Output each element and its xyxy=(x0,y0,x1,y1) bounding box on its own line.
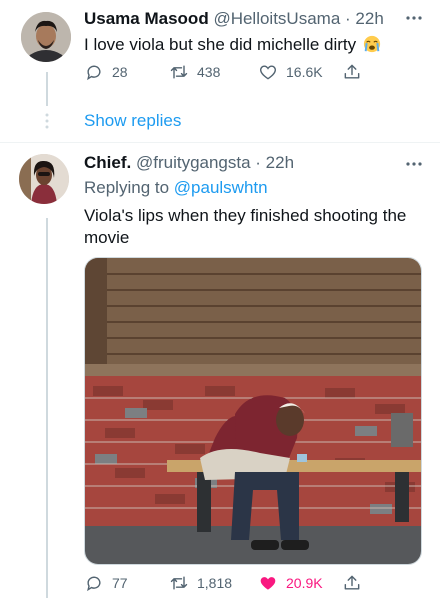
more-options-icon[interactable] xyxy=(404,160,424,168)
reply-icon xyxy=(87,65,101,81)
heart-filled-icon xyxy=(260,577,276,590)
tweet-divider xyxy=(0,142,440,143)
tweet1-share-button[interactable] xyxy=(342,62,362,82)
tweet2-share-button[interactable] xyxy=(342,573,362,593)
tweet2-handle[interactable]: @fruitygangsta xyxy=(136,153,251,172)
tweet1-handle[interactable]: @HelloitsUsama xyxy=(213,9,340,28)
replying-to-handle[interactable]: @paulswhtn xyxy=(174,178,268,197)
tweet1-display-name[interactable]: Usama Masood xyxy=(84,9,209,28)
share-icon xyxy=(344,64,360,79)
tweet2-time[interactable]: 22h xyxy=(266,153,294,172)
tweet1-like-count: 16.6K xyxy=(286,64,323,80)
tweet1-retweet-count: 438 xyxy=(197,64,221,80)
tweet1-retweet-button[interactable]: 438 xyxy=(169,62,220,82)
tweet2-like-button[interactable]: 20.9K xyxy=(258,573,323,593)
replying-to-prefix: Replying to xyxy=(84,178,174,197)
tweet2-retweet-button[interactable]: 1,818 xyxy=(169,573,232,593)
tweet2-display-name[interactable]: Chief. xyxy=(84,153,131,172)
share-icon xyxy=(344,575,360,590)
thread-dots-icon xyxy=(45,113,49,129)
tweet1-text-container: I love viola but she did michelle dirty xyxy=(84,34,381,56)
tweet1-time[interactable]: 22h xyxy=(355,9,383,28)
tweet2-retweet-count: 1,818 xyxy=(197,575,233,591)
thread-line xyxy=(46,72,48,106)
show-replies-link[interactable]: Show replies xyxy=(84,111,181,131)
thread-line xyxy=(46,218,48,598)
tweet2-photo[interactable] xyxy=(84,257,422,565)
reply-icon xyxy=(87,576,101,592)
retweet-icon xyxy=(170,65,188,79)
tweet2-separator: · xyxy=(250,153,266,172)
tweet1-separator: · xyxy=(340,9,356,28)
tweet2-author-line: Chief. @fruitygangsta · 22h xyxy=(84,153,294,173)
tweet2-like-count: 20.9K xyxy=(286,575,323,591)
loudly-crying-face-icon xyxy=(363,35,380,53)
tweet1-reply-count: 28 xyxy=(112,64,128,80)
tweet1-text: I love viola but she did michelle dirty xyxy=(84,35,357,54)
avatar-usama[interactable] xyxy=(21,12,71,62)
tweet2-reply-button[interactable]: 77 xyxy=(84,573,128,593)
heart-icon xyxy=(259,65,277,80)
tweet2-text: Viola's lips when they finished shooting… xyxy=(84,206,407,247)
tweet1-author-line: Usama Masood @HelloitsUsama · 22h xyxy=(84,9,384,29)
tweet2-reply-count: 77 xyxy=(112,575,128,591)
tweet1-like-button[interactable]: 16.6K xyxy=(258,62,323,82)
more-options-icon[interactable] xyxy=(404,14,424,22)
tweet1-reply-button[interactable]: 28 xyxy=(84,62,128,82)
replying-to-line: Replying to @paulswhtn xyxy=(84,178,268,198)
avatar-chief[interactable] xyxy=(19,154,69,204)
retweet-icon xyxy=(170,576,188,590)
